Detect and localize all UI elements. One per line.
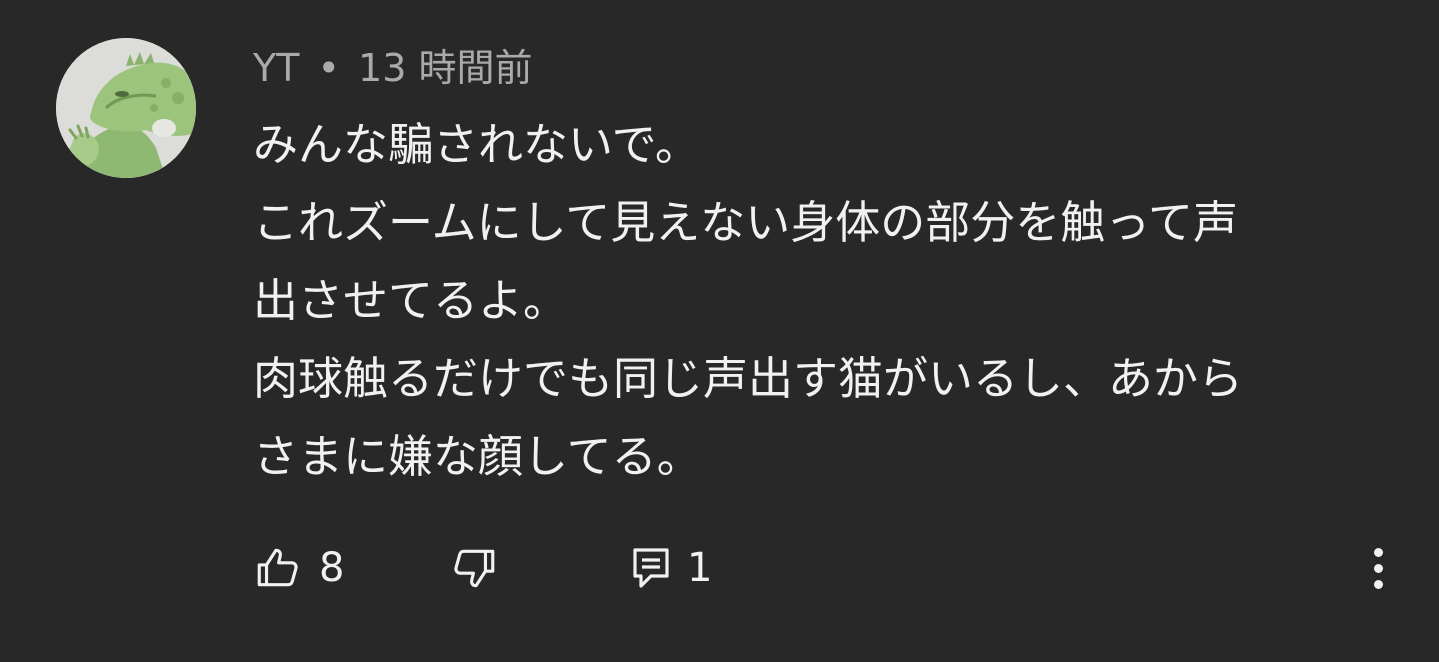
like-button[interactable]: 8 xyxy=(253,540,344,596)
more-options-button[interactable] xyxy=(1360,540,1396,596)
comment-actions: 8 1 xyxy=(253,540,1403,596)
comment-meta: YT • 13 時間前 xyxy=(253,38,532,98)
thumbs-up-icon xyxy=(257,548,298,587)
more-dot xyxy=(1373,579,1383,589)
like-count: 8 xyxy=(319,545,345,591)
comment-line: さまに嫌な顔してる。 xyxy=(253,430,702,483)
comment-line: 出させてるよ。 xyxy=(253,274,569,327)
thumbs-down-icon xyxy=(454,549,495,588)
iguana-avatar xyxy=(56,38,196,178)
comment-reply-icon xyxy=(633,548,669,588)
comment-timestamp: 13 時間前 xyxy=(358,46,533,90)
more-dot xyxy=(1373,563,1383,573)
meta-separator: • xyxy=(317,46,340,90)
comment-author[interactable]: YT xyxy=(253,46,299,90)
dislike-button[interactable] xyxy=(449,540,499,596)
reply-button[interactable]: 1 xyxy=(631,540,712,596)
comment-text: みんな騙されないで。 これズームにして見えない身体の部分を触って声 出させてるよ… xyxy=(253,106,1403,496)
comment-line: これズームにして見えない身体の部分を触って声 xyxy=(253,196,1239,249)
comment-line: 肉球触るだけでも同じ声出す猫がいるし、あから xyxy=(253,352,1244,405)
reply-count: 1 xyxy=(687,545,713,591)
comment-line: みんな騙されないで。 xyxy=(253,118,700,171)
more-vertical-icon xyxy=(1373,547,1383,557)
avatar[interactable] xyxy=(56,38,196,178)
